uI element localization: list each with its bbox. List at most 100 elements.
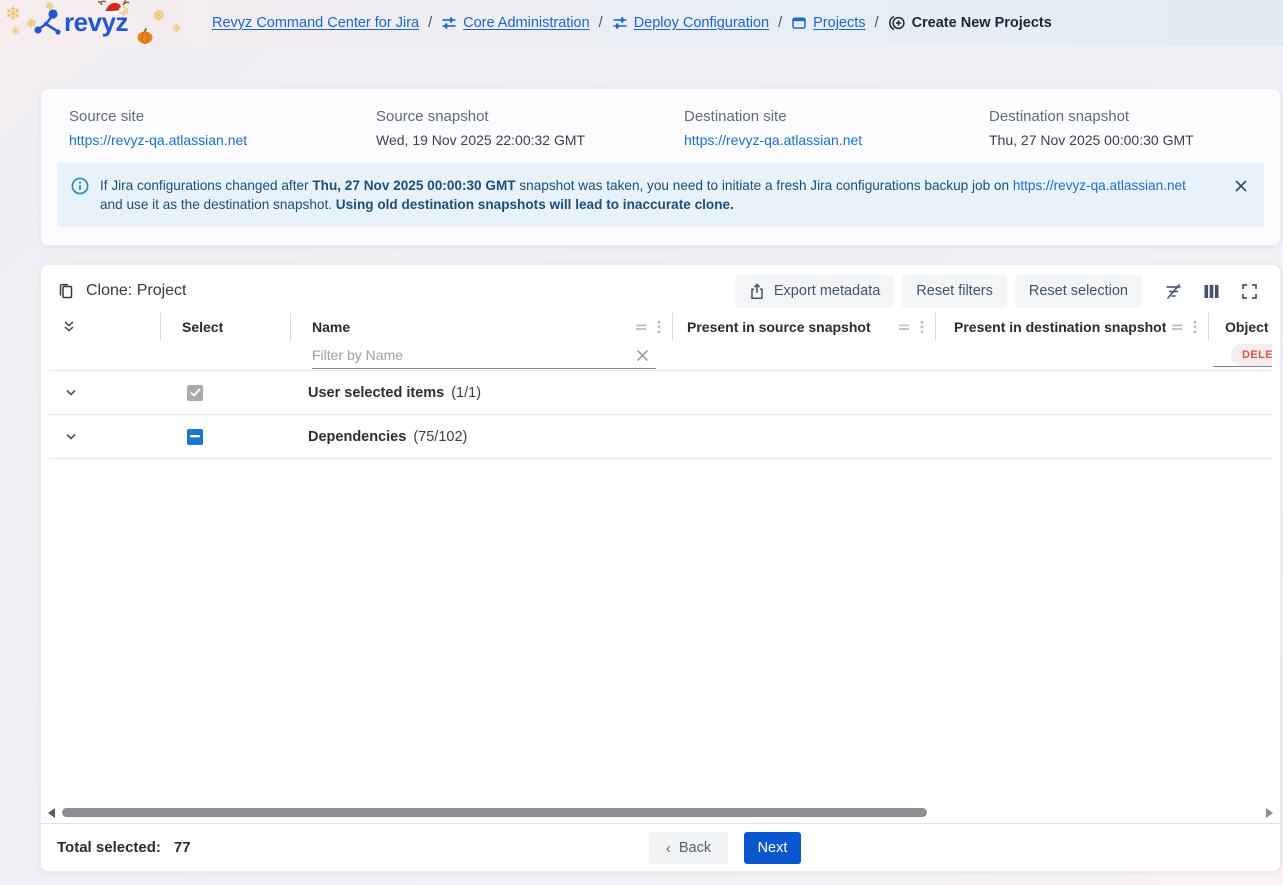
name-column-label: Name: [312, 319, 350, 335]
delete-filter-chip[interactable]: DELETED: [1231, 344, 1272, 366]
expand-row-button[interactable]: [63, 429, 79, 445]
destination-column-label: Present in destination snapshot: [954, 319, 1166, 335]
alert-text-part3: and use it as the destination snapshot.: [100, 197, 336, 212]
destination-snapshot-field: Destination snapshot Thu, 27 Nov 2025 00…: [989, 108, 1194, 148]
breadcrumb-item-projects[interactable]: Projects: [791, 15, 865, 31]
wizard-footer: Total selected: 77 ‹ Back Next: [41, 823, 1280, 871]
header-select-column: Select: [161, 313, 291, 341]
clone-plus-icon: [888, 14, 906, 32]
header-name-column: Name: [291, 313, 673, 341]
alert-message: If Jira configurations changed after Thu…: [100, 176, 1250, 214]
table-toolbar: Clone: Project Export metadata Reset fil…: [41, 265, 1280, 311]
alert-site-link[interactable]: https://revyz-qa.atlassian.net: [1013, 178, 1186, 193]
disable-filters-button[interactable]: [1158, 276, 1188, 306]
row-select-cell: [161, 385, 291, 401]
header-destination-column: Present in destination snapshot: [936, 313, 1209, 341]
clear-name-filter-button[interactable]: [633, 346, 651, 364]
horizontal-scrollbar: [48, 806, 1273, 820]
next-button[interactable]: Next: [744, 832, 801, 864]
info-icon: [71, 177, 89, 195]
table-empty-area: [41, 459, 1280, 806]
snapshot-fields: Source site https://revyz-qa.atlassian.n…: [41, 89, 1280, 148]
filter-object-status-cell: DELETED: [1209, 341, 1272, 370]
column-menu-icon[interactable]: [1188, 319, 1202, 335]
filter-select-cell: [161, 341, 291, 370]
destination-snapshot-value: Thu, 27 Nov 2025 00:00:30 GMT: [989, 132, 1194, 148]
stale-snapshot-alert: If Jira configurations changed after Thu…: [57, 163, 1264, 227]
reset-selection-button[interactable]: Reset selection: [1015, 275, 1142, 308]
reset-filters-label: Reset filters: [916, 283, 993, 299]
clone-title-text: Clone: Project: [86, 282, 187, 300]
row-select-cell: [161, 429, 291, 445]
breadcrumb-item-core-administration[interactable]: Core Administration: [441, 15, 590, 31]
source-snapshot-label: Source snapshot: [376, 108, 684, 125]
table-header-row: Select Name Present in source snapshot: [49, 313, 1272, 341]
name-filter-input[interactable]: [312, 344, 656, 369]
revyz-logo[interactable]: ❄ ❅ ❄ ❅ ❄ ❅ ❄ revyz: [0, 0, 212, 46]
source-site-label: Source site: [69, 108, 376, 125]
chevron-left-icon: ‹: [666, 840, 671, 857]
copy-icon: [57, 282, 75, 300]
scroll-left-arrow[interactable]: [48, 808, 55, 818]
row-checkbox-checked-disabled[interactable]: [187, 385, 203, 401]
source-column-label: Present in source snapshot: [687, 319, 871, 335]
column-menu-icon[interactable]: [652, 319, 666, 335]
alert-text-part1: If Jira configurations changed after: [100, 178, 312, 193]
scroll-right-arrow[interactable]: [1266, 808, 1273, 818]
source-site-link[interactable]: https://revyz-qa.atlassian.net: [69, 132, 376, 148]
table-row: Dependencies (75/102): [49, 415, 1272, 459]
source-site-field: Source site https://revyz-qa.atlassian.n…: [69, 108, 376, 148]
object-status-column-label: Object s: [1225, 319, 1272, 335]
breadcrumb-item-command-center[interactable]: Revyz Command Center for Jira: [212, 15, 419, 31]
window-icon: [791, 15, 807, 31]
source-snapshot-field: Source snapshot Wed, 19 Nov 2025 22:00:3…: [376, 108, 684, 148]
filter-name-cell: [291, 341, 673, 370]
drag-handle-icon[interactable]: [1169, 319, 1185, 335]
fullscreen-button[interactable]: [1234, 276, 1264, 306]
breadcrumb-separator: /: [875, 15, 879, 31]
clone-title: Clone: Project: [57, 282, 187, 300]
drag-handle-icon[interactable]: [896, 319, 912, 335]
row-expander-cell: [49, 429, 161, 445]
snowflake-icon: ❄: [5, 5, 21, 24]
filter-destination-cell: [936, 341, 1209, 370]
export-icon: [749, 283, 765, 300]
fullscreen-icon: [1241, 283, 1258, 300]
snowflake-icon: ❄: [11, 27, 20, 38]
export-metadata-label: Export metadata: [774, 283, 880, 299]
name-column-icons: [633, 319, 672, 335]
scrollbar-thumb[interactable]: [62, 808, 927, 817]
total-selected-label: Total selected:: [57, 839, 161, 856]
top-navbar: ❄ ❅ ❄ ❅ ❄ ❅ ❄ revyz: [0, 0, 1283, 46]
row-checkbox-indeterminate[interactable]: [187, 429, 203, 445]
source-snapshot-value: Wed, 19 Nov 2025 22:00:32 GMT: [376, 132, 684, 148]
close-icon: [1234, 179, 1248, 193]
header-object-status-column: Object s: [1209, 313, 1272, 341]
filter-expander-cell: [49, 341, 161, 370]
filter-source-cell: [673, 341, 936, 370]
indeterminate-icon: [190, 435, 200, 438]
source-column-icons: [896, 319, 935, 335]
destination-site-link[interactable]: https://revyz-qa.atlassian.net: [684, 132, 989, 148]
reset-filters-button[interactable]: Reset filters: [902, 275, 1007, 308]
back-button[interactable]: ‹ Back: [649, 832, 728, 864]
page: ❄ ❅ ❄ ❅ ❄ ❅ ❄ revyz: [0, 0, 1283, 885]
expand-all-button[interactable]: [61, 319, 77, 335]
column-menu-icon[interactable]: [915, 319, 929, 335]
alert-close-button[interactable]: [1231, 176, 1251, 196]
drag-handle-icon[interactable]: [633, 319, 649, 335]
header-expander-column: [49, 313, 161, 341]
table-row: User selected items (1/1): [49, 371, 1272, 415]
destination-site-field: Destination site https://revyz-qa.atlass…: [684, 108, 989, 148]
export-metadata-button[interactable]: Export metadata: [735, 275, 894, 308]
columns-button[interactable]: [1196, 276, 1226, 306]
alert-date: Thu, 27 Nov 2025 00:00:30 GMT: [312, 178, 515, 193]
row-group-count: (75/102): [413, 429, 467, 445]
tune-icon: [441, 15, 457, 31]
row-group-name: Dependencies: [308, 429, 406, 445]
expand-row-button[interactable]: [63, 385, 79, 401]
breadcrumb-item-deploy-configuration[interactable]: Deploy Configuration: [612, 15, 769, 31]
breadcrumb-item-create-new-projects: Create New Projects: [888, 14, 1052, 32]
scrollbar-track[interactable]: [60, 808, 1261, 818]
select-column-label: Select: [182, 319, 223, 335]
